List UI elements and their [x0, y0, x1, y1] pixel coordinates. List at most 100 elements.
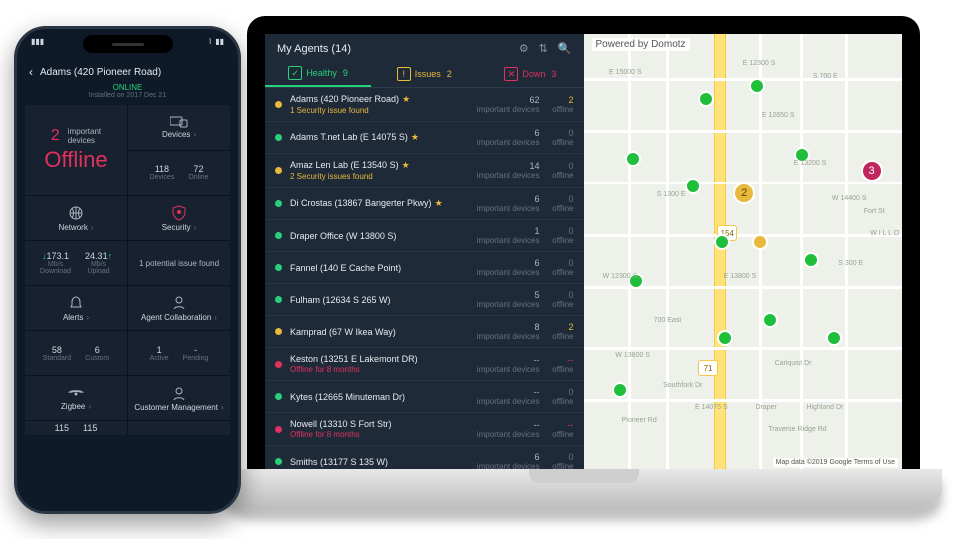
shield-icon: [172, 205, 186, 221]
status-dot: [275, 232, 282, 239]
map-pin[interactable]: [698, 91, 714, 107]
street-label: S 1300 E: [657, 191, 686, 198]
route-shield: 71: [698, 360, 718, 376]
device-count: --important devices: [470, 355, 540, 374]
star-icon: ★: [411, 132, 419, 142]
street-label: Draper: [755, 404, 776, 411]
street-label: W 12300 S: [603, 273, 638, 280]
device-count: 8important devices: [470, 322, 540, 341]
street-label: 700 East: [654, 317, 682, 324]
agent-name: Nowell (13310 S Fort Str): [290, 419, 470, 429]
map-pin[interactable]: [752, 234, 768, 250]
agent-row[interactable]: Adams T.net Lab (E 14075 S)★6important d…: [265, 122, 584, 154]
agent-row[interactable]: Fannel (140 E Cache Point)6important dev…: [265, 252, 584, 284]
offline-count: 0offline: [540, 161, 574, 180]
tile-blank: [128, 421, 230, 435]
agent-sub: Offline for 8 months: [290, 365, 470, 374]
tab-label: Down: [522, 69, 545, 79]
offline-word: Offline: [44, 147, 107, 173]
agent-name: Adams T.net Lab (E 14075 S)★: [290, 132, 470, 143]
street-label: E 14075 S: [695, 404, 728, 411]
tile-devices[interactable]: Devices›: [128, 105, 230, 150]
laptop-base: [225, 469, 942, 509]
status-dot: [275, 458, 282, 465]
street-label: E 13800 S: [724, 273, 757, 280]
tab-label: Issues: [415, 69, 441, 79]
agents-panel: My Agents (14) ⚙ ⇅ 🔍 ✓ Healthy 9 ! Issue…: [265, 34, 584, 469]
search-icon[interactable]: 🔍: [558, 42, 572, 55]
offline-count: 0offline: [540, 290, 574, 309]
filter-icon[interactable]: ⚙: [519, 42, 529, 55]
tile-customer[interactable]: Customer Management›: [128, 376, 230, 420]
device-count: 6important devices: [470, 194, 540, 213]
map-pin[interactable]: [612, 382, 628, 398]
map-pin[interactable]: [826, 330, 842, 346]
agent-name: Amaz Len Lab (E 13540 S)★: [290, 160, 470, 171]
street-label: Carlquist Dr: [775, 360, 812, 367]
offline-count: 0offline: [540, 226, 574, 245]
dashboard-tiles: 2 important devices Offline Devices› 118…: [25, 105, 230, 435]
agent-row[interactable]: Di Crostas (13867 Bangerter Pkwy)★6impor…: [265, 188, 584, 220]
tab-count: 9: [343, 68, 348, 78]
street-label: W 14400 S: [832, 195, 867, 202]
installed-label: Installed on 2017 Dec 21: [25, 92, 230, 99]
tile-network[interactable]: Network›: [25, 196, 127, 240]
tile-agent-collab[interactable]: Agent Collaboration›: [128, 286, 230, 330]
map-pin[interactable]: [685, 178, 701, 194]
offline-count: 0offline: [540, 128, 574, 147]
street-label: E 12300 S: [743, 60, 776, 67]
agent-name: Adams (420 Pioneer Road)★: [290, 94, 470, 105]
street-label: W I L L O: [870, 230, 899, 237]
map-pin[interactable]: 2: [733, 182, 755, 204]
agent-row[interactable]: Amaz Len Lab (E 13540 S)★2 Security issu…: [265, 154, 584, 188]
back-icon[interactable]: ‹: [29, 65, 33, 79]
phone-title: Adams (420 Pioneer Road): [40, 67, 161, 78]
map-copyright: Map data ©2019 Google Terms of Use: [773, 458, 898, 467]
agent-row[interactable]: Kytes (12665 Minuteman Dr)--important de…: [265, 381, 584, 413]
star-icon: ★: [435, 198, 443, 208]
tab-issues[interactable]: ! Issues 2: [371, 61, 477, 87]
map[interactable]: 154 71 Powered by Domotz Map data ©2019 …: [584, 34, 903, 469]
tile-zigbee[interactable]: Zigbee›: [25, 376, 127, 420]
device-count: --important devices: [470, 387, 540, 406]
map-pin[interactable]: [749, 78, 765, 94]
zigbee-icon: [67, 386, 85, 400]
map-pin[interactable]: 3: [861, 160, 883, 182]
device-count: 6important devices: [470, 128, 540, 147]
street-label: Traverse Ridge Rd: [768, 426, 827, 433]
street-label: E 13200 S: [794, 160, 827, 167]
agent-row[interactable]: Smiths (13177 S 135 W)6important devices…: [265, 446, 584, 469]
panel-title: My Agents (14): [277, 43, 509, 55]
sort-icon[interactable]: ⇅: [539, 42, 548, 55]
agent-row[interactable]: Adams (420 Pioneer Road)★1 Security issu…: [265, 88, 584, 122]
agent-row[interactable]: Nowell (13310 S Fort Str)Offline for 8 m…: [265, 413, 584, 446]
agent-name: Di Crostas (13867 Bangerter Pkwy)★: [290, 198, 470, 209]
laptop-screen: My Agents (14) ⚙ ⇅ 🔍 ✓ Healthy 9 ! Issue…: [247, 16, 920, 469]
globe-icon: [68, 205, 84, 221]
device-count: 1important devices: [470, 226, 540, 245]
tile-security-sub: 1 potential issue found: [128, 241, 230, 285]
map-pin[interactable]: [625, 151, 641, 167]
tile-security[interactable]: Security›: [128, 196, 230, 240]
tile-devices-metrics: 118Devices 72Online: [128, 151, 230, 196]
phone-status-bar: ▮▮▮ ⌇▮▮: [31, 37, 224, 51]
map-pin[interactable]: [717, 330, 733, 346]
tile-offline[interactable]: 2 important devices Offline: [25, 105, 127, 195]
agent-row[interactable]: Fulham (12634 S 265 W)5important devices…: [265, 284, 584, 316]
agent-row[interactable]: Keston (13251 E Lakemont DR)Offline for …: [265, 348, 584, 381]
star-icon: ★: [402, 160, 410, 170]
tab-down[interactable]: ✕ Down 3: [477, 61, 583, 87]
map-pin[interactable]: [803, 252, 819, 268]
status-dot: [275, 134, 282, 141]
map-pin[interactable]: [762, 312, 778, 328]
agent-row[interactable]: Draper Office (W 13800 S)1important devi…: [265, 220, 584, 252]
tile-alerts[interactable]: Alerts›: [25, 286, 127, 330]
status-dot: [275, 296, 282, 303]
map-pin[interactable]: [714, 234, 730, 250]
device-count: 14important devices: [470, 161, 540, 180]
signal-icon: ▮▮▮: [31, 37, 44, 51]
agent-row[interactable]: Kamprad (67 W Ikea Way)8important device…: [265, 316, 584, 348]
agent-list[interactable]: Adams (420 Pioneer Road)★1 Security issu…: [265, 88, 584, 469]
tab-healthy[interactable]: ✓ Healthy 9: [265, 61, 371, 87]
street-label: Southfork Dr: [663, 382, 702, 389]
